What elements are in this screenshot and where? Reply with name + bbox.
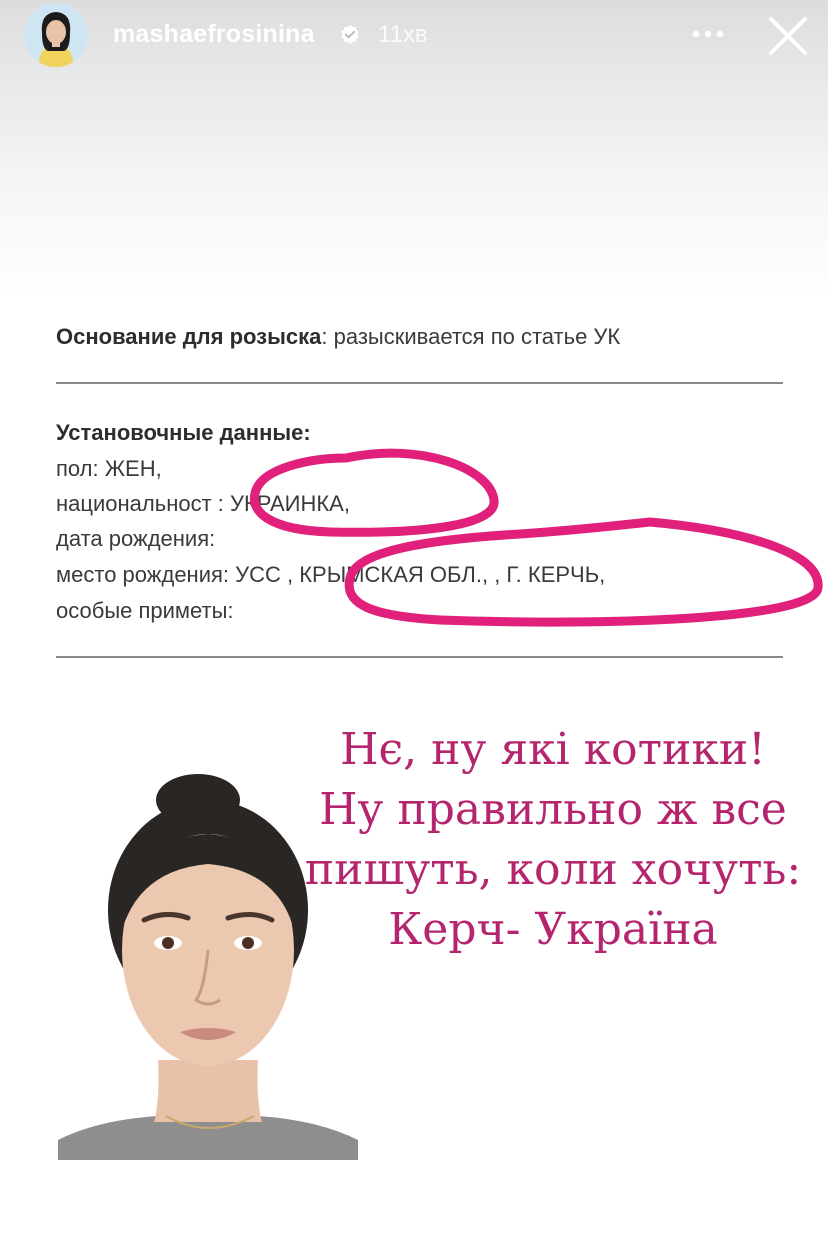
story-viewer: mashaefrosinina 11хв Основание для розыс… xyxy=(0,0,828,1252)
caption-line: Керч- Україна xyxy=(388,904,718,955)
post-time: 11хв xyxy=(378,21,428,48)
caption-line: Нє, ну які котики! xyxy=(340,724,766,775)
nationality-circle xyxy=(250,448,499,537)
caption-line: Ну правильно ж все xyxy=(319,784,787,835)
avatar-image xyxy=(24,3,88,67)
marker-annotations xyxy=(250,448,823,627)
username[interactable]: mashaefrosinina xyxy=(113,20,315,49)
birthplace-circle xyxy=(344,517,823,627)
story-header: mashaefrosinina 11хв xyxy=(0,0,828,70)
caption-line: пишуть, коли хочуть: xyxy=(304,844,802,895)
verified-badge-icon xyxy=(341,24,359,44)
close-icon[interactable] xyxy=(765,13,811,59)
avatar[interactable] xyxy=(24,3,88,67)
more-options-icon[interactable] xyxy=(688,18,728,50)
story-caption: Нє, ну які котики! Ну правильно ж все пи… xyxy=(298,720,808,960)
